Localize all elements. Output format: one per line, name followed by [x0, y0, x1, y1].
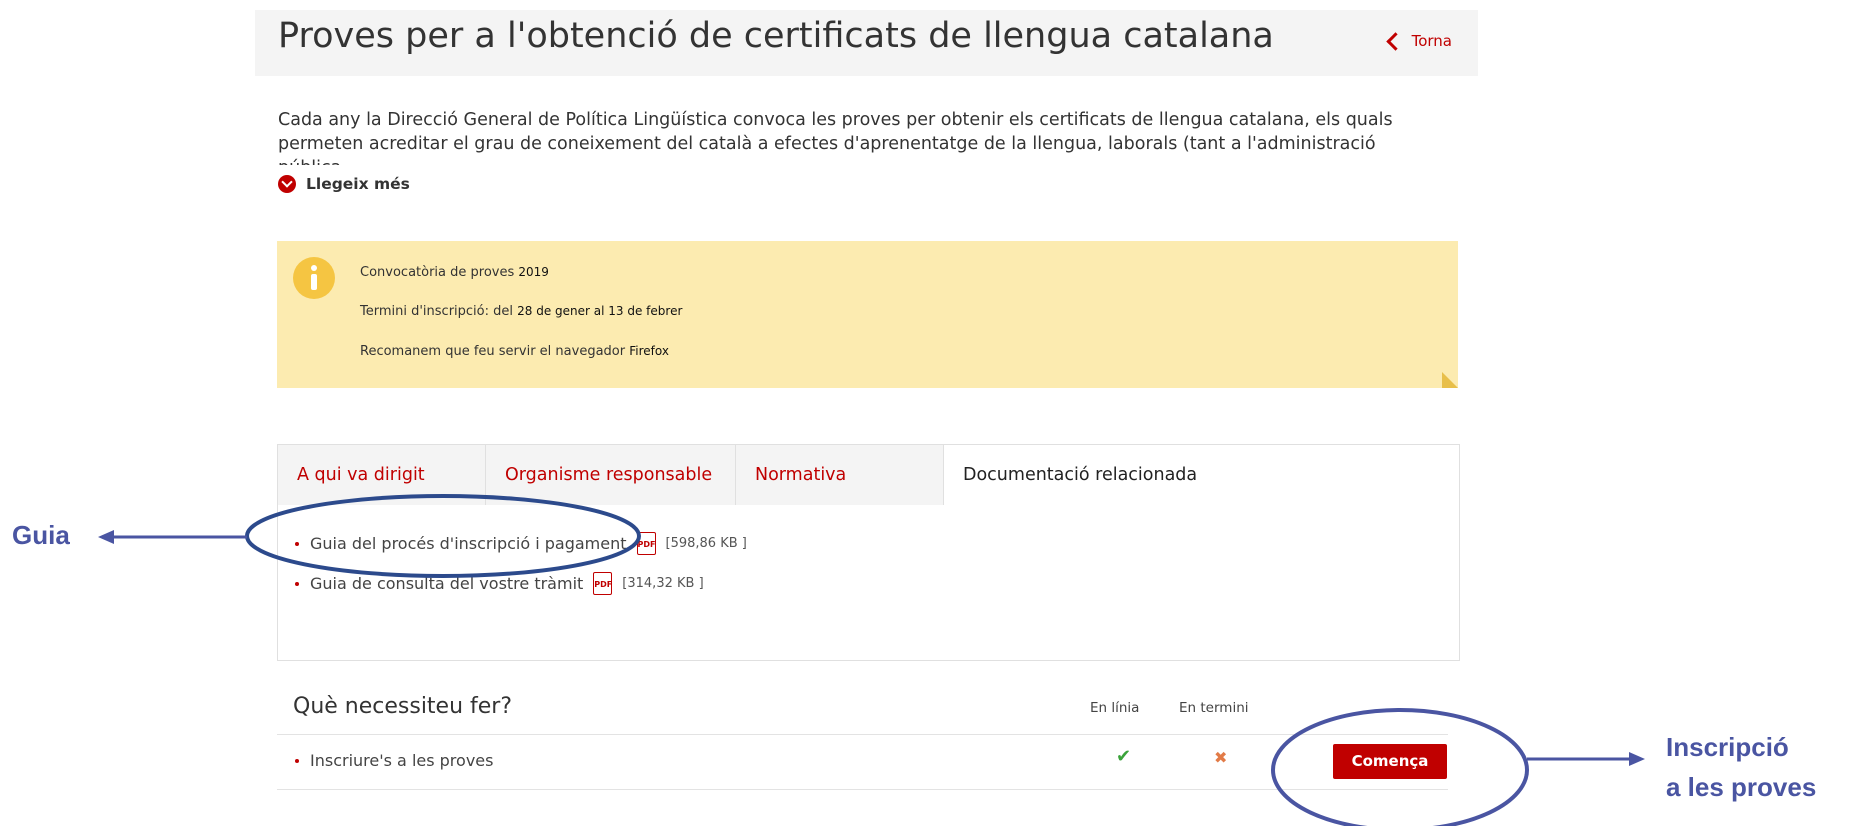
chevron-left-icon: [1385, 32, 1405, 51]
check-icon: ✔: [1116, 746, 1132, 767]
bullet-icon: [295, 541, 299, 546]
notice-call-label: Convocatòria de proves: [360, 265, 515, 280]
notice-call-value: 2019: [518, 265, 549, 279]
notice-deadline-value: 28 de gener al 13 de febrer: [517, 304, 683, 318]
document-size: [314,32 KB ]: [622, 576, 704, 591]
actions-title: Què necessiteu fer?: [293, 694, 513, 719]
page-title: Proves per a l'obtenció de certificats d…: [278, 16, 1274, 56]
tab-related-documentation[interactable]: Documentació relacionada: [944, 445, 1459, 505]
document-item: Guia de consulta del vostre tràmit PDF […: [295, 572, 704, 595]
chevron-down-icon: [278, 175, 296, 193]
notice-call: Convocatòria de proves 2019: [360, 265, 549, 280]
bullet-icon: [295, 758, 299, 763]
read-more-toggle[interactable]: Llegeix més: [278, 175, 410, 193]
document-item: Guia del procés d'inscripció i pagament …: [295, 532, 747, 555]
intro-text: Cada any la Direcció General de Política…: [278, 110, 1393, 165]
divider: [277, 734, 1448, 735]
column-in-term: En termini: [1179, 700, 1249, 716]
back-link[interactable]: Torna: [1385, 32, 1452, 51]
notice-browser-label: Recomanem que feu servir el navegador: [360, 344, 626, 359]
tab-regulations[interactable]: Normativa: [736, 445, 944, 505]
document-link[interactable]: Guia del procés d'inscripció i pagament: [310, 534, 627, 553]
start-button[interactable]: Comença: [1333, 744, 1447, 779]
annotation-signup-line2: a les proves: [1666, 772, 1817, 802]
back-link-label: Torna: [1411, 32, 1452, 50]
notice-browser: Recomanem que feu servir el navegador Fi…: [360, 344, 669, 359]
document-size: [598,86 KB ]: [665, 536, 747, 551]
action-label: Inscriure's a les proves: [310, 751, 494, 770]
annotation-signup-line1: Inscripció: [1666, 732, 1789, 762]
document-link[interactable]: Guia de consulta del vostre tràmit: [310, 574, 583, 593]
page-fold-corner: [1442, 372, 1458, 388]
tab-target-audience[interactable]: A qui va dirigit: [278, 445, 486, 505]
pdf-icon[interactable]: PDF: [636, 532, 656, 555]
divider: [277, 789, 1448, 790]
cross-icon: ✖: [1214, 748, 1228, 767]
notice-deadline-label: Termini d'inscripció: del: [360, 304, 513, 319]
info-icon: [293, 257, 335, 299]
column-online: En línia: [1090, 700, 1140, 716]
read-more-label: Llegeix més: [306, 175, 410, 193]
tab-responsible-body[interactable]: Organisme responsable: [486, 445, 736, 505]
notice-box: Convocatòria de proves 2019 Termini d'in…: [277, 241, 1458, 388]
tabs-panel: A qui va dirigit Organisme responsable N…: [277, 444, 1460, 661]
bullet-icon: [295, 581, 299, 586]
signup-arrowhead: [1629, 752, 1645, 766]
annotation-guide: Guia: [12, 520, 70, 550]
page-header: Proves per a l'obtenció de certificats d…: [255, 10, 1478, 76]
notice-browser-value: Firefox: [629, 344, 669, 358]
pdf-icon[interactable]: PDF: [593, 572, 613, 595]
guide-arrowhead: [98, 530, 114, 544]
action-row: Inscriure's a les proves: [295, 751, 493, 770]
notice-deadline: Termini d'inscripció: del 28 de gener al…: [360, 304, 682, 319]
